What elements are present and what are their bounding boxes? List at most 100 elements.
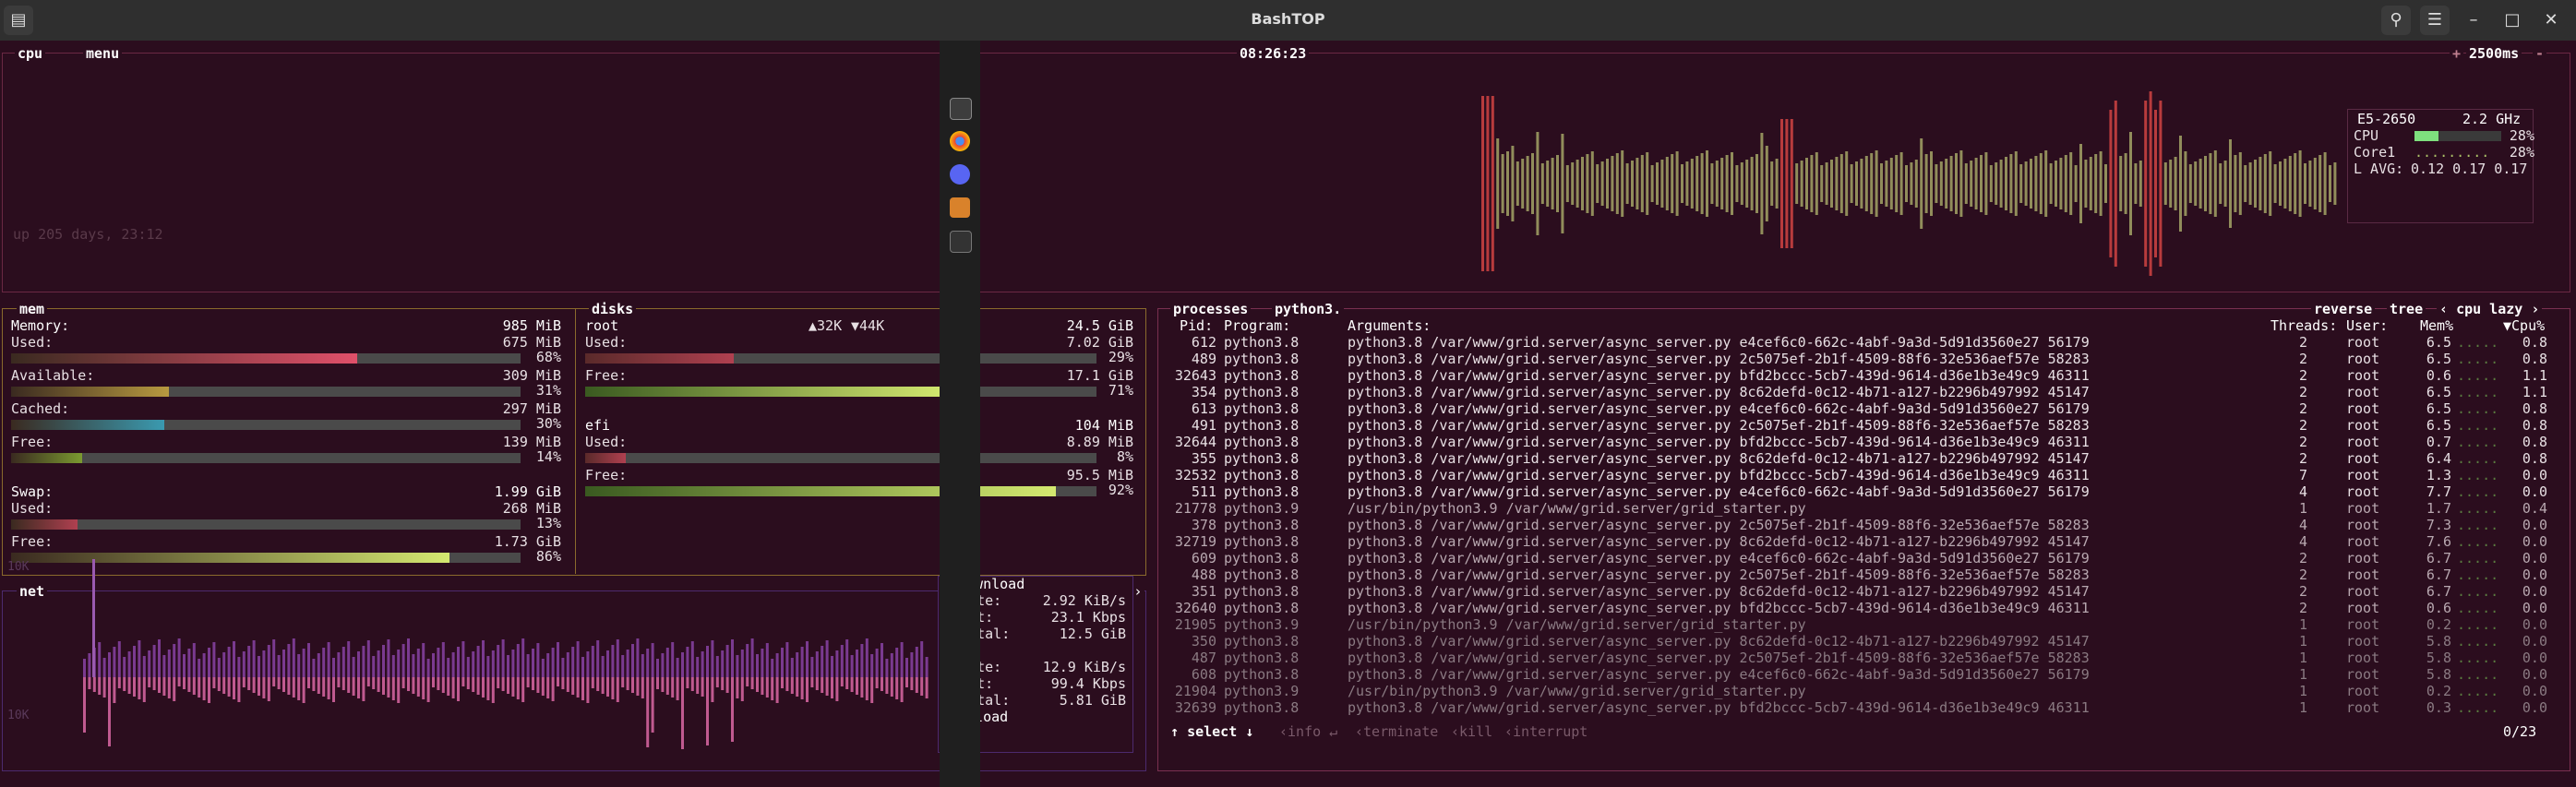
sort-selector[interactable]: ‹ cpu lazy ›: [2437, 302, 2543, 316]
net-upload-bar: [337, 652, 341, 677]
terminal-icon[interactable]: [950, 231, 972, 253]
discord-icon[interactable]: [950, 164, 970, 185]
cpu-graph-bar: [2069, 152, 2073, 215]
net-upload-bar: [920, 641, 924, 677]
net-download-bar: [391, 677, 395, 700]
proc-cpu-graph: .....: [2457, 384, 2499, 400]
cpu-graph-bar: [1835, 157, 1839, 210]
disk-efi-used-label: Used:: [585, 434, 628, 450]
net-upload-bar: [810, 657, 814, 677]
net-download-bar: [771, 677, 774, 700]
header-program[interactable]: Program:: [1224, 317, 1290, 334]
net-download-bar: [541, 677, 545, 696]
proc-cell-user: root: [2346, 500, 2380, 517]
info-button[interactable]: ‹info ↵: [1279, 723, 1338, 740]
net-download-bar: [895, 677, 899, 699]
update-interval[interactable]: 2500ms: [2466, 46, 2522, 61]
cpu-graph-bar: [1665, 157, 1669, 210]
net-download-bar: [341, 677, 345, 690]
cpu-graph-bar: [1889, 158, 1893, 209]
select-button[interactable]: ↑ select ↓: [1170, 723, 1254, 740]
header-mem[interactable]: Mem%: [2420, 317, 2453, 334]
net-download-bar: [133, 677, 136, 697]
memory-total: 985 MiB: [502, 317, 561, 334]
interval-decrease-button[interactable]: +: [2450, 46, 2464, 61]
net-upload-bar: [761, 649, 764, 677]
cpu-graph-bar: [2034, 156, 2038, 211]
close-icon[interactable]: ✕: [2536, 6, 2566, 35]
net-download-bar: [397, 677, 401, 703]
reverse-toggle[interactable]: reverse: [2311, 302, 2376, 316]
net-upload-bar: [491, 650, 495, 677]
net-upload-bar: [825, 640, 829, 677]
menu-button[interactable]: menu: [83, 46, 123, 61]
net-download-bar: [113, 677, 116, 703]
search-icon[interactable]: ⚲: [2381, 6, 2411, 35]
header-args[interactable]: Arguments:: [1348, 317, 1431, 334]
cpu-graph-bar: [2219, 163, 2223, 204]
download-total: 12.5 GiB: [1059, 626, 1126, 642]
cpu-graph-bar: [2304, 163, 2306, 204]
net-download-bar: [461, 677, 465, 686]
hamburger-menu-icon[interactable]: ☰: [2420, 6, 2450, 35]
header-threads[interactable]: Threads:: [2270, 317, 2337, 334]
net-upload-bar: [557, 642, 559, 677]
proc-cell-args: python3.8 /var/www/grid.server/async_ser…: [1348, 450, 2090, 467]
kill-button[interactable]: ‹kill: [1451, 723, 1493, 740]
proc-cell-pid: 609: [1191, 550, 1216, 566]
disk-root-name: root: [585, 317, 619, 334]
net-download-bar: [900, 677, 904, 702]
net-download-bar: [242, 677, 246, 687]
net-label: net: [17, 584, 48, 599]
net-download-bar: [831, 677, 833, 698]
net-upload-bar: [526, 654, 530, 677]
net-upload-bar: [746, 644, 749, 677]
cpu-graph-bar: [2109, 110, 2113, 257]
sublime-icon[interactable]: [950, 197, 970, 218]
proc-cell-user: root: [2346, 533, 2380, 550]
net-download-bar: [746, 677, 749, 686]
net-upload-bar: [133, 646, 136, 677]
net-download-bar: [327, 677, 330, 699]
cpu-graph-bar: [1845, 151, 1849, 216]
interval-increase-button[interactable]: -: [2533, 46, 2547, 61]
chrome-icon[interactable]: [950, 131, 970, 151]
disk-efi-free-label: Free:: [585, 467, 628, 483]
net-upload-bar: [347, 641, 351, 677]
mem-cached-pct: 30%: [535, 415, 561, 432]
net-upload-bar: [850, 655, 854, 677]
cpu-graph: [1481, 91, 2337, 276]
header-cpu[interactable]: ▼Cpu%: [2503, 317, 2545, 334]
net-upload-bar: [551, 648, 555, 677]
cpu-graph-bar: [2039, 153, 2043, 214]
minimize-icon[interactable]: –: [2459, 6, 2488, 35]
net-upload-bar: [142, 656, 146, 677]
proc-cell-pid: 489: [1191, 351, 1216, 367]
net-download-bar: [208, 677, 210, 703]
net-download-bar: [501, 677, 505, 691]
net-download-bar: [352, 677, 355, 696]
proc-cell-prog: python3.8: [1224, 566, 1300, 583]
tree-toggle[interactable]: tree: [2387, 302, 2426, 316]
net-upload-bar: [581, 657, 584, 677]
terminate-button[interactable]: ‹terminate: [1355, 723, 1439, 740]
window-title: BashTOP: [1251, 10, 1325, 28]
net-upload-bar: [187, 649, 191, 677]
proc-cell-cpu: 0.0: [2522, 616, 2547, 633]
net-upload-bar: [476, 646, 480, 677]
net-download-bar: [696, 677, 700, 694]
terminal-app-icon[interactable]: [950, 98, 972, 120]
header-pid[interactable]: Pid:: [1180, 317, 1213, 334]
interrupt-button[interactable]: ‹interrupt: [1504, 723, 1588, 740]
net-upload-bar: [391, 655, 395, 677]
net-upload-bar: [721, 650, 725, 677]
net-download-bar: [183, 677, 186, 689]
proc-cell-args: python3.8 /var/www/grid.server/async_ser…: [1348, 550, 2090, 566]
proc-cell-cpu: 0.8: [2522, 351, 2547, 367]
maximize-icon[interactable]: □: [2498, 6, 2527, 35]
cpu-graph-bar: [1576, 160, 1579, 208]
proc-filter[interactable]: python3.: [1272, 302, 1345, 316]
cpu-graph-bar: [1650, 165, 1654, 202]
disk-efi-free-bar: [585, 486, 1096, 496]
header-user[interactable]: User:: [2346, 317, 2388, 334]
